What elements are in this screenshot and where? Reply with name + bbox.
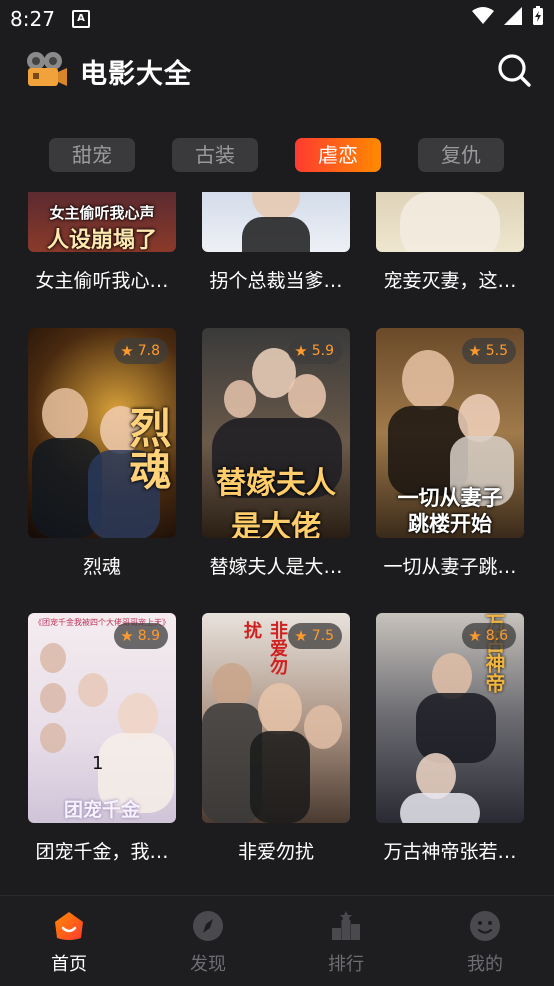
poster-title-text: 非爱勿扰: [241, 621, 288, 675]
poster-title-text: 团宠千金: [63, 799, 140, 821]
rating-value: 7.8: [137, 343, 160, 359]
podium-icon: [332, 911, 360, 940]
poster-image[interactable]: 烈魂 ★ 7.8: [28, 328, 176, 538]
drama-title: 拐个总裁当爹…: [209, 270, 343, 292]
drama-card[interactable]: 宠妾灭妻，这…: [376, 192, 524, 293]
rating-value: 5.5: [485, 343, 508, 359]
rating-value: 5.9: [311, 343, 334, 359]
home-face-icon: [55, 912, 83, 940]
rating-badge: ★ 5.5: [462, 338, 516, 364]
compass-icon: [193, 911, 223, 941]
poster-title-text: 烈魂: [123, 406, 172, 490]
search-icon[interactable]: [496, 52, 532, 88]
drama-card[interactable]: 一切从妻子 跳楼开始 ★ 5.5 一切从妻子跳…: [376, 328, 524, 579]
nav-ranking[interactable]: 排行: [306, 910, 386, 976]
nav-profile[interactable]: 我的: [445, 910, 525, 976]
status-time: 8:27: [10, 7, 55, 31]
drama-title: 宠妾灭妻，这…: [383, 270, 517, 292]
app-bar: 电影大全: [0, 40, 554, 100]
poster-image[interactable]: 替嫁夫人是大佬 ★ 5.9: [202, 328, 350, 538]
nav-label: 发现: [190, 954, 226, 975]
film-camera-icon: [27, 52, 67, 86]
poster-image[interactable]: 一切从妻子 跳楼开始 ★ 5.5: [376, 328, 524, 538]
drama-title: 女主偷听我心…: [35, 270, 169, 292]
drama-card[interactable]: 女主偷听我心声 人设崩塌了 女主偷听我心…: [28, 192, 176, 293]
star-icon: ★: [468, 342, 482, 360]
drama-card[interactable]: 烈魂 ★ 7.8 烈魂: [28, 328, 176, 579]
rating-value: 7.5: [311, 628, 334, 644]
poster-title-text: 女主偷听我心声: [49, 204, 155, 222]
drama-title: 团宠千金，我…: [35, 841, 169, 863]
nav-discover[interactable]: 发现: [168, 910, 248, 976]
poster-title-text: 跳楼开始: [408, 512, 492, 536]
rating-value: 8.9: [137, 628, 160, 644]
drama-title: 替嫁夫人是大…: [209, 556, 343, 578]
drama-card[interactable]: 拐个总裁当爹…: [202, 192, 350, 293]
notification-icon: A: [72, 10, 90, 28]
poster-image[interactable]: [202, 192, 350, 252]
drama-card[interactable]: 万古神帝 ★ 8.6 万古神帝张若…: [376, 613, 524, 864]
tab-guzhuang[interactable]: 古装: [172, 138, 258, 172]
star-icon: ★: [120, 342, 134, 360]
poster-title-text: 人设崩塌了: [46, 228, 157, 252]
poster-image[interactable]: [376, 192, 524, 252]
rating-badge: ★ 7.8: [114, 338, 168, 364]
wifi-icon: [472, 7, 494, 24]
poster-title-text: 替嫁夫人是大佬: [216, 466, 336, 538]
star-icon: ★: [468, 627, 482, 645]
drama-title: 非爱勿扰: [237, 841, 314, 863]
drama-card[interactable]: 《团宠千金我被四个大佬哥哥宠上天》 1 团宠千金 ★ 8.9 团宠千金，我…: [28, 613, 176, 864]
drama-card[interactable]: 非爱勿扰 ★ 7.5 非爱勿扰: [202, 613, 350, 864]
drama-grid: 女主偷听我心声 人设崩塌了 女主偷听我心… 拐个总裁当爹… 宠妾灭妻，这… 烈魂…: [0, 192, 554, 895]
app-title: 电影大全: [80, 59, 192, 90]
nav-label: 我的: [467, 954, 503, 975]
battery-icon: [533, 6, 543, 25]
nav-home[interactable]: 首页: [29, 910, 109, 976]
star-icon: ★: [294, 627, 308, 645]
rating-badge: ★ 8.6: [462, 623, 516, 649]
drama-title: 烈魂: [82, 556, 121, 578]
signal-icon: [504, 7, 522, 25]
drama-title: 一切从妻子跳…: [383, 556, 517, 578]
drama-title: 万古神帝张若…: [383, 841, 517, 863]
rating-badge: ★ 7.5: [288, 623, 342, 649]
tab-nuelian[interactable]: 虐恋: [295, 138, 381, 172]
drama-card[interactable]: 替嫁夫人是大佬 ★ 5.9 替嫁夫人是大…: [202, 328, 350, 579]
rating-badge: ★ 5.9: [288, 338, 342, 364]
profile-face-icon: [470, 911, 500, 941]
rating-value: 8.6: [485, 628, 508, 644]
nav-label: 排行: [328, 954, 364, 975]
poster-image[interactable]: 非爱勿扰 ★ 7.5: [202, 613, 350, 823]
status-bar: 8:27 A: [0, 0, 554, 36]
poster-image[interactable]: 《团宠千金我被四个大佬哥哥宠上天》 1 团宠千金 ★ 8.9: [28, 613, 176, 823]
episode-badge: 1: [92, 753, 104, 774]
poster-image[interactable]: 万古神帝 ★ 8.6: [376, 613, 524, 823]
tab-tianchong[interactable]: 甜宠: [49, 138, 135, 172]
star-icon: ★: [294, 342, 308, 360]
poster-image[interactable]: 女主偷听我心声 人设崩塌了: [28, 192, 176, 252]
bottom-nav: 首页 发现 排行 我的: [0, 895, 554, 986]
nav-label: 首页: [51, 954, 87, 975]
tab-fuchou[interactable]: 复仇: [418, 138, 504, 172]
category-tabs: 甜宠 古装 虐恋 复仇: [0, 134, 554, 178]
star-icon: ★: [120, 627, 134, 645]
rating-badge: ★ 8.9: [114, 623, 168, 649]
status-icons: [472, 6, 544, 26]
